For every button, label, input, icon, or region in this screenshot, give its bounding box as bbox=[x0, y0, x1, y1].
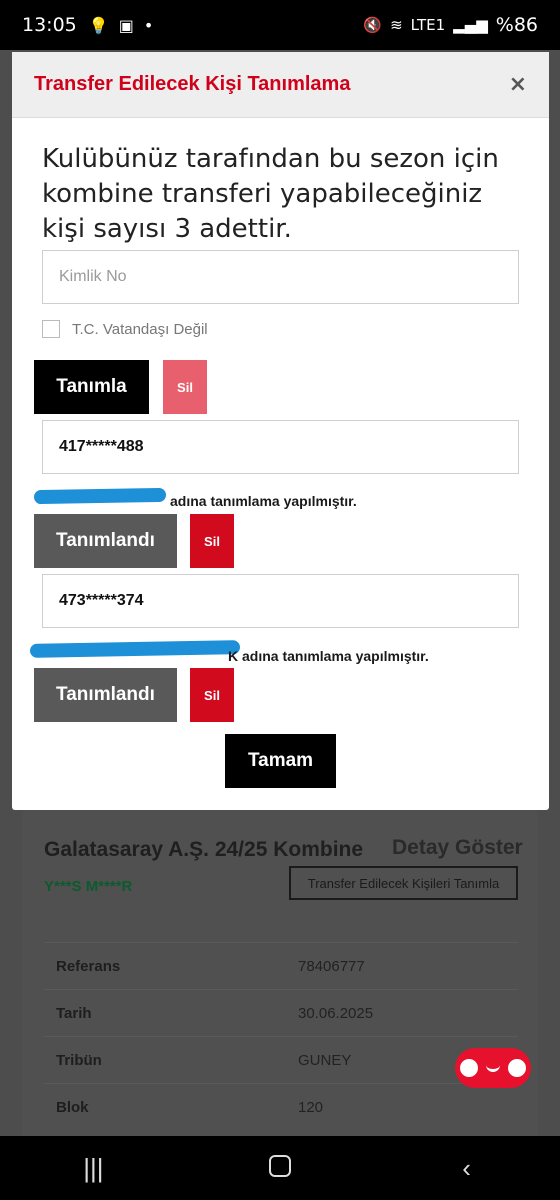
row-value: 30.06.2025 bbox=[298, 1004, 374, 1022]
defined-status-button[interactable]: Tanımlandı bbox=[34, 514, 177, 568]
signal-icon: ▂▄▆ bbox=[453, 16, 488, 34]
gallery-icon: ▣ bbox=[118, 15, 134, 35]
non-citizen-option[interactable]: T.C. Vatandaşı Değil bbox=[42, 320, 208, 338]
ticket-title: Galatasaray A.Ş. 24/25 Kombine bbox=[44, 838, 364, 861]
system-nav-bar: ||| ‹ bbox=[0, 1136, 560, 1200]
row-label: Referans bbox=[56, 957, 121, 975]
modal-header: Transfer Edilecek Kişi Tanımlama × bbox=[12, 52, 549, 118]
ticket-owner: Y***S M****R bbox=[44, 878, 133, 895]
delete-button[interactable]: Sil bbox=[163, 360, 207, 414]
home-icon bbox=[268, 1154, 291, 1177]
home-button[interactable] bbox=[250, 1153, 310, 1184]
non-citizen-label: T.C. Vatandaşı Değil bbox=[72, 320, 208, 338]
definition-note: K adına tanımlama yapılmıştır. bbox=[228, 648, 429, 664]
transfer-modal: Transfer Edilecek Kişi Tanımlama × Kulüb… bbox=[12, 52, 549, 810]
table-row: Tarih 30.06.2025 bbox=[44, 989, 518, 1036]
transfer-limit-info: Kulübünüz tarafından bu sezon için kombi… bbox=[42, 144, 499, 244]
close-icon[interactable]: × bbox=[509, 72, 527, 97]
status-right: 🔇 ≋ LTE1 ▂▄▆ %86 bbox=[363, 14, 538, 36]
row-label: Tarih bbox=[56, 1004, 92, 1022]
define-button[interactable]: Tanımla bbox=[34, 360, 149, 414]
back-icon[interactable]: ‹ bbox=[437, 1153, 497, 1184]
bot-eye-icon bbox=[460, 1059, 478, 1077]
row-value: 78406777 bbox=[298, 957, 365, 975]
table-row: Referans 78406777 bbox=[44, 942, 518, 989]
id-number-input[interactable] bbox=[42, 250, 519, 304]
detail-link[interactable]: Detay Göster bbox=[392, 836, 523, 860]
row-value: GUNEY bbox=[298, 1051, 352, 1069]
battery-level: %86 bbox=[495, 14, 538, 36]
delete-button[interactable]: Sil bbox=[190, 514, 234, 568]
network-label: LTE1 bbox=[410, 16, 446, 34]
row-label: Tribün bbox=[56, 1051, 102, 1069]
row-value: 120 bbox=[298, 1098, 324, 1116]
status-bar: 13:05 💡 ▣ • 🔇 ≋ LTE1 ▂▄▆ %86 bbox=[0, 0, 560, 50]
definition-note: adına tanımlama yapılmıştır. bbox=[170, 493, 357, 509]
non-citizen-checkbox[interactable] bbox=[42, 320, 60, 338]
chatbot-button[interactable] bbox=[455, 1048, 531, 1088]
ticket-details-table: Referans 78406777 Tarih 30.06.2025 Tribü… bbox=[44, 942, 518, 1130]
bot-eye-icon bbox=[508, 1059, 526, 1077]
notification-dot-icon: • bbox=[143, 15, 154, 35]
bot-smile-icon bbox=[486, 1064, 500, 1072]
table-row: Blok 120 bbox=[44, 1083, 518, 1130]
delete-button[interactable]: Sil bbox=[190, 668, 234, 722]
defined-status-button[interactable]: Tanımlandı bbox=[34, 668, 177, 722]
id-number-field[interactable] bbox=[42, 420, 519, 474]
status-time: 13:05 bbox=[22, 14, 77, 36]
redaction-mark bbox=[33, 487, 167, 505]
mute-icon: 🔇 bbox=[363, 16, 383, 34]
modal-title: Transfer Edilecek Kişi Tanımlama bbox=[34, 73, 351, 95]
redaction-mark bbox=[29, 640, 241, 658]
id-number-field[interactable] bbox=[42, 574, 519, 628]
lightbulb-icon: 💡 bbox=[88, 15, 109, 35]
row-label: Blok bbox=[56, 1098, 89, 1116]
table-row: Tribün GUNEY bbox=[44, 1036, 518, 1083]
recent-apps-icon[interactable]: ||| bbox=[63, 1153, 123, 1184]
ok-button[interactable]: Tamam bbox=[225, 734, 336, 788]
transfer-persons-button[interactable]: Transfer Edilecek Kişileri Tanımla bbox=[289, 866, 518, 900]
wifi-icon: ≋ bbox=[390, 16, 403, 34]
